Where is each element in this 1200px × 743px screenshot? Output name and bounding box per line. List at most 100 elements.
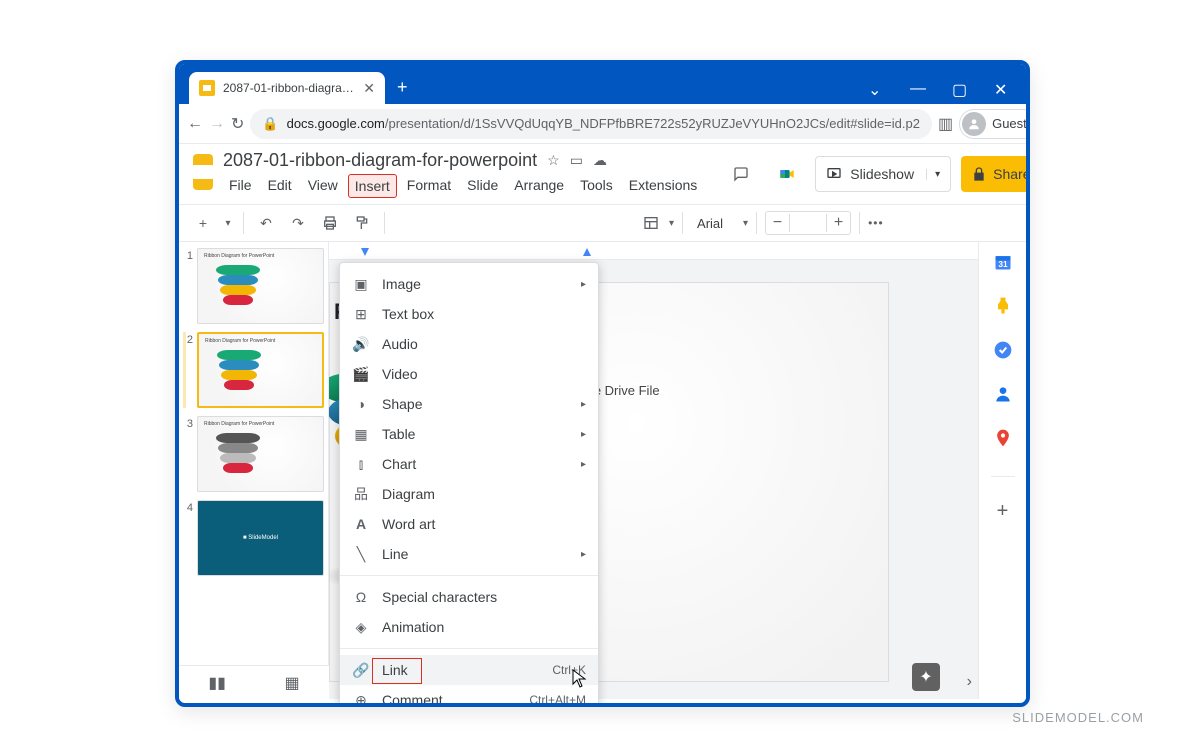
toolbar: + ▾ ↶ ↷ ▾ Arial ▾ − + •••: [179, 204, 1026, 242]
share-button[interactable]: Share: [961, 156, 1030, 192]
menu-item-shape[interactable]: ◑Shape▸: [340, 389, 598, 419]
menu-item-table[interactable]: ▦Table▸: [340, 419, 598, 449]
calendar-icon[interactable]: 31: [993, 252, 1013, 272]
maps-icon[interactable]: [993, 428, 1013, 448]
extensions-icon[interactable]: ▥: [938, 112, 953, 136]
ruler-marker-left[interactable]: [361, 248, 369, 256]
filmstrip-view-icon[interactable]: ▮▮: [208, 673, 226, 693]
slides-favicon: [199, 80, 215, 96]
tasks-icon[interactable]: [993, 340, 1013, 360]
window-minimize-icon[interactable]: —: [910, 80, 924, 94]
address-field[interactable]: 🔒 docs.google.com /presentation/d/1SsVVQ…: [250, 109, 932, 139]
new-tab-button[interactable]: +: [397, 77, 408, 98]
font-size-decrease[interactable]: −: [766, 214, 790, 232]
new-slide-dropdown[interactable]: ▾: [221, 209, 235, 237]
thumbs-footer: ▮▮ ▦: [179, 665, 329, 699]
grid-view-icon[interactable]: ▦: [285, 673, 300, 693]
window-chevron-icon[interactable]: ⌄: [868, 80, 882, 94]
meet-button[interactable]: [769, 156, 805, 192]
nav-back-button[interactable]: ←: [187, 110, 203, 138]
svg-text:31: 31: [998, 259, 1008, 269]
menu-extensions[interactable]: Extensions: [623, 174, 703, 198]
menu-view[interactable]: View: [302, 174, 344, 198]
cloud-saved-icon[interactable]: ☁: [593, 152, 607, 169]
comment-history-button[interactable]: [723, 156, 759, 192]
window-titlebar: 2087-01-ribbon-diagram-for-po ✕ + ⌄ — ▢ …: [179, 64, 1026, 104]
keep-icon[interactable]: [993, 296, 1013, 316]
redo-button[interactable]: ↷: [284, 209, 312, 237]
share-label: Share: [993, 166, 1030, 182]
browser-window: 2087-01-ribbon-diagram-for-po ✕ + ⌄ — ▢ …: [175, 60, 1030, 707]
window-maximize-icon[interactable]: ▢: [952, 80, 966, 94]
main-area: 1 Ribbon Diagram for PowerPoint 2 Ribbon…: [179, 242, 1026, 699]
header-actions: Slideshow ▾ Share ^: [723, 156, 1030, 192]
url-bar: ← → ↻ 🔒 docs.google.com /presentation/d/…: [179, 104, 1026, 144]
font-selector[interactable]: Arial: [691, 216, 739, 231]
menu-insert[interactable]: Insert: [348, 174, 397, 198]
thumb-4[interactable]: 4 ■ SlideModel: [183, 500, 324, 576]
menu-item-audio[interactable]: 🔊Audio: [340, 329, 598, 359]
tab-title: 2087-01-ribbon-diagram-for-po: [223, 81, 357, 95]
url-domain: docs.google.com: [287, 116, 385, 131]
window-controls: ⌄ — ▢ ✕: [868, 80, 1026, 94]
profile-chip[interactable]: Guest: [959, 109, 1030, 139]
side-panel-toggle-icon[interactable]: ›: [967, 673, 972, 691]
window-close-icon[interactable]: ✕: [994, 80, 1008, 94]
slideshow-label: Slideshow: [850, 166, 914, 182]
toolbar-more[interactable]: •••: [868, 216, 884, 230]
lock-icon: 🔒: [262, 116, 278, 132]
thumb-1[interactable]: 1 Ribbon Diagram for PowerPoint: [183, 248, 324, 324]
menu-file[interactable]: File: [223, 174, 258, 198]
slide-thumbnails: 1 Ribbon Diagram for PowerPoint 2 Ribbon…: [179, 242, 329, 699]
menu-item-diagram[interactable]: 品Diagram: [340, 479, 598, 509]
menu-item-link[interactable]: 🔗LinkCtrl+K: [340, 655, 598, 685]
addons-icon[interactable]: +: [993, 501, 1013, 521]
thumb-3[interactable]: 3 Ribbon Diagram for PowerPoint: [183, 416, 324, 492]
menu-item-chart[interactable]: ⫾Chart▸: [340, 449, 598, 479]
new-slide-button[interactable]: +: [189, 209, 217, 237]
menu-format[interactable]: Format: [401, 174, 457, 198]
font-size-stepper[interactable]: − +: [765, 211, 851, 235]
menu-item-wordart[interactable]: AWord art: [340, 509, 598, 539]
nav-forward-button[interactable]: →: [209, 110, 225, 138]
print-button[interactable]: [316, 209, 344, 237]
undo-button[interactable]: ↶: [252, 209, 280, 237]
menu-item-special-chars[interactable]: ΩSpecial characters: [340, 582, 598, 612]
menu-bar: File Edit View Insert Format Slide Arran…: [223, 174, 703, 198]
move-icon[interactable]: ▭: [570, 152, 583, 169]
slideshow-dropdown-icon[interactable]: ▾: [926, 169, 940, 180]
right-sidebar: 31 +: [978, 242, 1026, 699]
menu-item-image[interactable]: ▣Image▸: [340, 269, 598, 299]
horizontal-ruler: [329, 242, 978, 260]
menu-item-animation[interactable]: ◈Animation: [340, 612, 598, 642]
font-size-increase[interactable]: +: [826, 214, 850, 232]
menu-arrange[interactable]: Arrange: [508, 174, 570, 198]
menu-tools[interactable]: Tools: [574, 174, 619, 198]
explore-button[interactable]: ✦: [912, 663, 940, 691]
browser-tab[interactable]: 2087-01-ribbon-diagram-for-po ✕: [189, 72, 385, 104]
paint-format-button[interactable]: [348, 209, 376, 237]
menu-item-comment[interactable]: ⊕CommentCtrl+Alt+M: [340, 685, 598, 707]
document-title[interactable]: 2087-01-ribbon-diagram-for-powerpoint: [223, 150, 537, 171]
tab-close-icon[interactable]: ✕: [363, 80, 375, 97]
avatar-icon: [962, 112, 986, 136]
watermark: SLIDEMODEL.COM: [1012, 710, 1144, 725]
menu-item-textbox[interactable]: ⊞Text box: [340, 299, 598, 329]
title-area: 2087-01-ribbon-diagram-for-powerpoint ☆ …: [223, 150, 703, 198]
contacts-icon[interactable]: [993, 384, 1013, 404]
docs-header: 2087-01-ribbon-diagram-for-powerpoint ☆ …: [179, 144, 1026, 198]
layout-button[interactable]: [637, 209, 665, 237]
url-path: /presentation/d/1SsVVQdUqqYB_NDFPfbBRE72…: [385, 116, 920, 131]
thumb-2[interactable]: 2 Ribbon Diagram for PowerPoint: [183, 332, 324, 408]
slides-logo-icon[interactable]: [193, 154, 213, 190]
star-icon[interactable]: ☆: [547, 152, 560, 169]
menu-edit[interactable]: Edit: [262, 174, 298, 198]
slideshow-button[interactable]: Slideshow ▾: [815, 156, 951, 192]
profile-label: Guest: [992, 116, 1027, 131]
nav-reload-button[interactable]: ↻: [231, 110, 244, 138]
ruler-marker-right[interactable]: [583, 248, 591, 256]
insert-menu: ▣Image▸ ⊞Text box 🔊Audio 🎬Video ◑Shape▸ …: [339, 262, 599, 707]
menu-slide[interactable]: Slide: [461, 174, 504, 198]
menu-item-video[interactable]: 🎬Video: [340, 359, 598, 389]
menu-item-line[interactable]: ╲Line▸: [340, 539, 598, 569]
